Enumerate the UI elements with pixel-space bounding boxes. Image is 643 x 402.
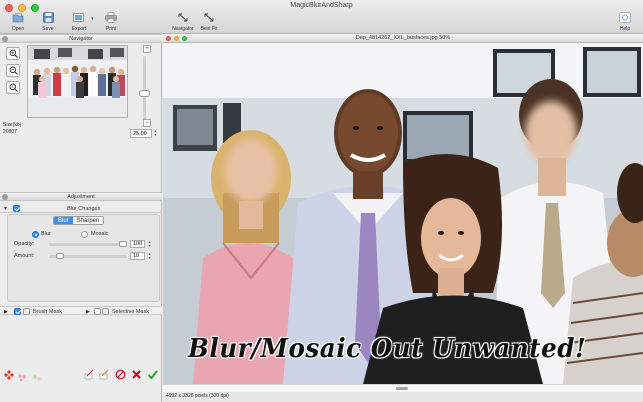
blur-sharpen-tabs: Blur Sharpen [53,216,105,225]
help-label: Help [619,26,631,32]
blur-changes-checkbox[interactable] [13,205,20,212]
zoom-out-icon [9,66,18,75]
size-readout: Size(kb): 20807 [3,122,23,136]
zoom-value-field[interactable]: 25.00 [130,129,152,138]
open-button[interactable]: Open [3,11,33,32]
blur-mode-label: Blur [41,231,51,237]
image-dimensions: 4992 x 3328 pixels (300 dpi) [166,393,229,399]
brush-mask-checkbox[interactable] [14,308,21,315]
adjustment-title: Adjustment [67,194,95,200]
amount-value-field[interactable]: 10 [130,252,145,260]
brush-dots-icon[interactable] [18,369,28,387]
save-label: Save [42,26,54,32]
open-label: Open [11,26,25,32]
zoom-min-button[interactable]: − [143,119,151,127]
zoom-slider-knob[interactable] [139,90,150,98]
best-fit-label: Best Fit [200,26,218,32]
zoom-out-button[interactable] [6,64,20,77]
zoom-stepper[interactable]: ▴ ▾ [153,129,158,138]
tab-sharpen[interactable]: Sharpen [72,217,104,224]
save-button[interactable]: Save [33,11,63,32]
document-zoom-button[interactable] [182,36,187,41]
brush-tool-icon[interactable] [84,367,95,385]
title-toolbar: MagicBlurAndSharp Open Save Export ▾ Pri… [0,0,643,34]
zoom-in-button[interactable] [6,47,20,60]
amount-stepper[interactable]: ▴ ▾ [147,252,152,260]
cancel-icon[interactable] [131,367,142,385]
navigator-title: Navigator [69,36,93,42]
left-panel: Navigator 1 + − Size(kb): 20807 25.00 ▴ … [0,34,162,402]
app-title: MagicBlurAndSharp [290,2,353,9]
export-icon [72,11,86,24]
mosaic-mode-label: Mosaic [91,231,109,237]
status-bar: 4992 x 3328 pixels (300 dpi) [163,392,643,402]
amount-label: Amount: [14,253,35,259]
document-close-button[interactable] [166,36,171,41]
photo [163,43,643,384]
zoom-in-icon [9,49,18,58]
svg-text:1: 1 [11,85,13,89]
selective-mask-label: Selective Mask [112,309,149,315]
brush-soft-icon[interactable] [32,369,42,387]
actual-size-icon: 1 [9,83,18,92]
print-label: Print [105,26,117,32]
selective-mask-color-swatch[interactable] [102,308,109,315]
collapse-navigator-icon[interactable] [2,36,8,42]
size-value: 20807 [3,129,17,135]
opacity-slider[interactable] [49,243,127,246]
brush-mask-color-swatch[interactable] [23,308,30,315]
print-icon [104,11,118,24]
horizontal-scrollbar[interactable] [163,384,643,392]
document-title-bar: Dep_4814262_XXL_busfaces.jpg 50% [163,34,643,43]
navigator-icon [176,11,190,24]
tab-blur[interactable]: Blur [54,217,73,224]
brush-flower-icon[interactable] [4,367,14,385]
overlay-caption: Blur/Mosaic Out Unwanted! [188,334,587,364]
save-icon [41,11,55,24]
adjustment-header[interactable]: Adjustment [0,192,162,201]
image-canvas[interactable]: Blur/Mosaic Out Unwanted! [163,43,643,384]
opacity-label: Opacity: [14,241,35,247]
apply-check-icon[interactable] [147,367,158,385]
best-fit-button[interactable]: Best Fit [193,11,225,32]
document-filename: Dep_4814262_XXL_busfaces.jpg 50% [355,35,451,41]
clear-mask-icon[interactable] [115,367,126,385]
size-label: Size(kb): [3,122,23,128]
zoom-max-button[interactable]: + [143,45,151,53]
export-button[interactable]: Export [64,11,94,32]
help-button[interactable]: Help [612,11,638,32]
document-window-controls [166,36,187,41]
actual-size-button[interactable]: 1 [6,81,20,94]
navigator-header[interactable]: Navigator [0,34,162,43]
opacity-stepper[interactable]: ▴ ▾ [147,240,152,248]
expand-triangle-icon[interactable]: ▼ [3,205,8,213]
amount-slider-knob[interactable] [56,253,64,259]
open-icon [11,11,25,24]
scrollbar-knob[interactable] [396,387,408,390]
opacity-slider-knob[interactable] [119,241,127,247]
app-window: MagicBlurAndSharp Open Save Export ▾ Pri… [0,0,643,402]
collapse-adjustment-icon[interactable] [2,194,8,200]
print-button[interactable]: Print [96,11,126,32]
brush-mask-label: Brush Mask [33,309,63,315]
help-icon [618,11,632,24]
selective-mask-checkbox[interactable] [94,308,101,315]
mask-row: ▶ Brush Mask ▶ Selective Mask [0,306,162,315]
opacity-value-field[interactable]: 100 [130,240,145,248]
blur-changes-row: ▼ Blur Changes [0,204,162,213]
blur-changes-label: Blur Changes [67,206,101,212]
eraser-tool-icon[interactable] [99,367,110,385]
export-label: Export [71,26,87,32]
brush-mask-expand-icon[interactable]: ▶ [4,308,8,316]
best-fit-icon [202,11,216,24]
navigator-thumbnail[interactable] [27,45,128,118]
selective-mask-expand-icon[interactable]: ▶ [86,308,90,316]
mosaic-mode-radio[interactable] [81,231,88,238]
document-minimize-button[interactable] [174,36,179,41]
blur-mode-radio[interactable] [32,231,39,238]
export-dropdown-icon[interactable]: ▾ [91,16,94,22]
